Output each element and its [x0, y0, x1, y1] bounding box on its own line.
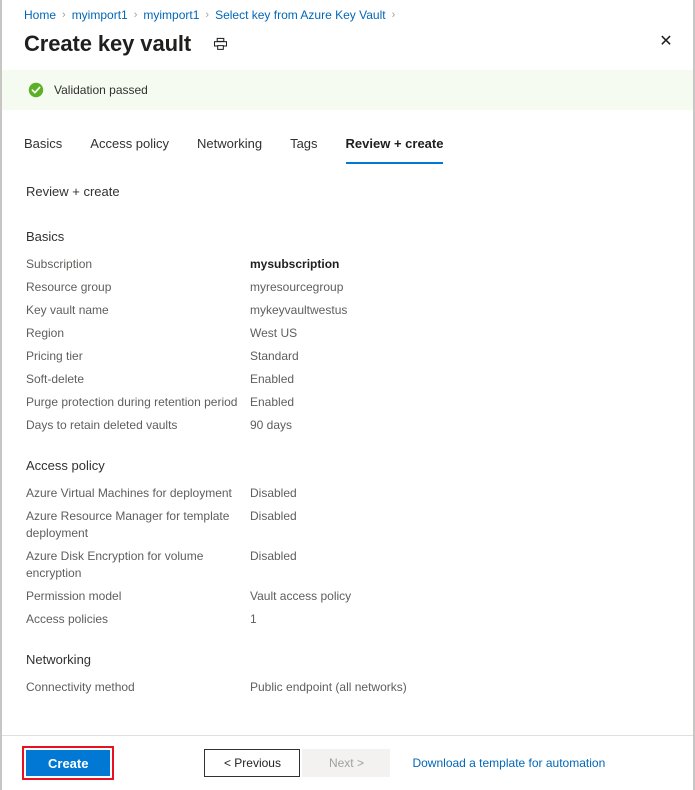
wizard-tabs: Basics Access policy Networking Tags Rev…: [2, 110, 693, 164]
review-create-heading: Review + create: [26, 184, 120, 199]
label-access-policies: Access policies: [26, 612, 109, 626]
breadcrumb-separator-icon: ›: [133, 9, 138, 21]
label-pricing-tier: Pricing tier: [26, 349, 83, 363]
row-soft-delete: Soft-delete Enabled: [26, 371, 671, 388]
value-azure-vms: Disabled: [250, 486, 297, 500]
success-check-icon: [28, 82, 44, 98]
validation-banner: Validation passed: [2, 70, 693, 110]
validation-message: Validation passed: [54, 83, 148, 97]
row-region: Region West US: [26, 325, 671, 342]
breadcrumb-separator-icon: ›: [62, 9, 66, 21]
label-purge-protection: Purge protection during retention period: [26, 395, 238, 409]
section-title-access-policy: Access policy: [26, 458, 105, 473]
row-connectivity-method: Connectivity method Public endpoint (all…: [26, 679, 671, 696]
breadcrumb-item-myimport1-1[interactable]: myimport1: [72, 6, 128, 24]
tab-review-create[interactable]: Review + create: [345, 135, 444, 164]
label-days-to-retain: Days to retain deleted vaults: [26, 418, 178, 432]
row-access-policies: Access policies 1: [26, 611, 671, 628]
tab-basics[interactable]: Basics: [24, 135, 62, 164]
value-region: West US: [250, 326, 298, 340]
blade-title-row: Create key vault ✕: [2, 26, 693, 68]
label-soft-delete: Soft-delete: [26, 372, 85, 386]
close-icon[interactable]: ✕: [653, 28, 679, 54]
value-azure-resource-manager: Disabled: [250, 509, 297, 523]
label-azure-resource-manager: Azure Resource Manager for template depl…: [26, 509, 230, 540]
row-days-to-retain: Days to retain deleted vaults 90 days: [26, 417, 671, 434]
blade-footer: Create < Previous Next > Download a temp…: [2, 735, 693, 790]
row-azure-resource-manager: Azure Resource Manager for template depl…: [26, 508, 671, 542]
section-networking: Networking Connectivity method Public en…: [26, 652, 671, 696]
page-title: Create key vault: [24, 31, 192, 56]
previous-button[interactable]: < Previous: [204, 749, 301, 777]
label-region: Region: [26, 326, 65, 340]
value-permission-model: Vault access policy: [250, 589, 352, 603]
value-resource-group: myresourcegroup: [250, 280, 344, 294]
section-title-networking: Networking: [26, 652, 92, 667]
section-basics: Basics Subscription mysubscription Resou…: [26, 229, 671, 434]
label-permission-model: Permission model: [26, 589, 122, 603]
value-connectivity-method: Public endpoint (all networks): [250, 680, 407, 694]
value-access-policies: 1: [250, 612, 257, 626]
row-resource-group: Resource group myresourcegroup: [26, 279, 671, 296]
row-subscription: Subscription mysubscription: [26, 256, 671, 273]
value-days-to-retain: 90 days: [250, 418, 293, 432]
label-azure-vms: Azure Virtual Machines for deployment: [26, 486, 232, 500]
row-permission-model: Permission model Vault access policy: [26, 588, 671, 605]
breadcrumb-separator-icon: ›: [205, 9, 210, 21]
printer-icon[interactable]: [209, 33, 231, 55]
tab-networking[interactable]: Networking: [197, 135, 262, 164]
label-key-vault-name: Key vault name: [26, 303, 109, 317]
label-azure-disk-encryption: Azure Disk Encryption for volume encrypt…: [26, 549, 204, 580]
row-pricing-tier: Pricing tier Standard: [26, 348, 671, 365]
value-soft-delete: Enabled: [250, 372, 295, 386]
create-button[interactable]: Create: [26, 750, 111, 776]
value-pricing-tier: Standard: [250, 349, 299, 363]
breadcrumb-separator-icon: ›: [391, 9, 396, 21]
label-resource-group: Resource group: [26, 280, 112, 294]
label-connectivity-method: Connectivity method: [26, 680, 135, 694]
create-button-highlight: Create: [22, 746, 115, 780]
breadcrumb-item-select-key[interactable]: Select key from Azure Key Vault: [215, 6, 386, 24]
next-button: Next >: [302, 749, 391, 777]
row-purge-protection: Purge protection during retention period…: [26, 394, 671, 411]
tab-tags[interactable]: Tags: [290, 135, 317, 164]
row-key-vault-name: Key vault name mykeyvaultwestus: [26, 302, 671, 319]
breadcrumb: Home › myimport1 › myimport1 › Select ke…: [2, 0, 693, 26]
value-key-vault-name: mykeyvaultwestus: [250, 303, 348, 317]
value-subscription: mysubscription: [250, 257, 340, 271]
value-azure-disk-encryption: Disabled: [250, 549, 297, 563]
review-content: Review + create Basics Subscription mysu…: [2, 164, 693, 735]
breadcrumb-item-home[interactable]: Home: [24, 6, 56, 24]
breadcrumb-item-myimport1-2[interactable]: myimport1: [143, 6, 199, 24]
section-title-basics: Basics: [26, 229, 65, 244]
value-purge-protection: Enabled: [250, 395, 295, 409]
row-azure-disk-encryption: Azure Disk Encryption for volume encrypt…: [26, 548, 671, 582]
row-azure-vms: Azure Virtual Machines for deployment Di…: [26, 485, 671, 502]
label-subscription: Subscription: [26, 257, 93, 271]
section-access-policy: Access policy Azure Virtual Machines for…: [26, 458, 671, 628]
create-key-vault-blade: Home › myimport1 › myimport1 › Select ke…: [0, 0, 695, 790]
tab-access-policy[interactable]: Access policy: [90, 135, 169, 164]
download-template-link[interactable]: Download a template for automation: [412, 756, 605, 770]
